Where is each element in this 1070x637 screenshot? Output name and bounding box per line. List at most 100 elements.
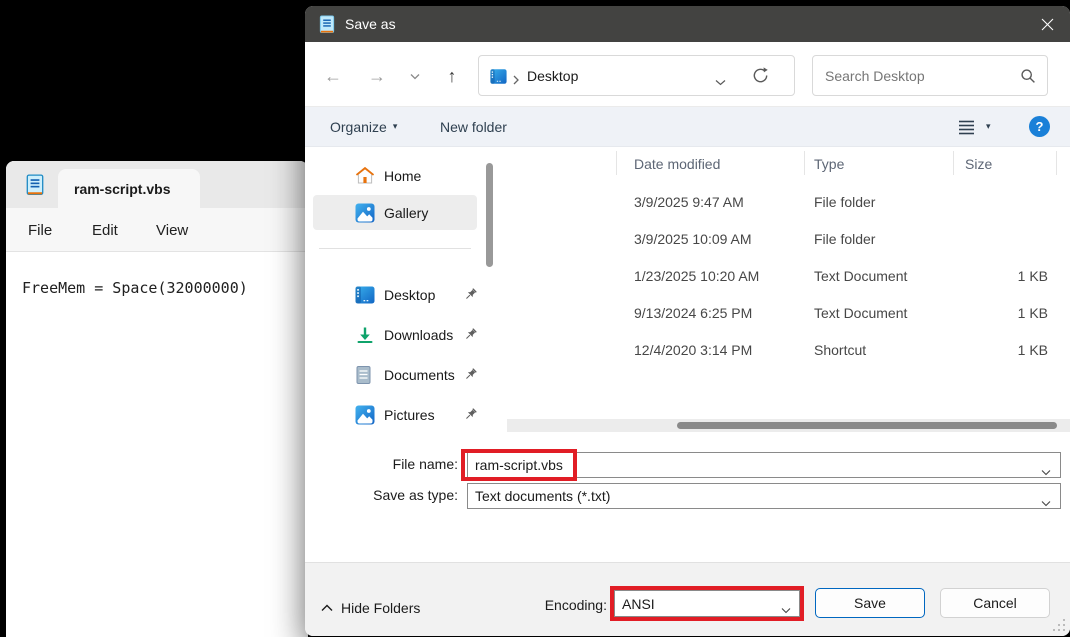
column-separator (953, 151, 954, 175)
cell-size (953, 224, 1048, 254)
chevron-up-icon (321, 604, 333, 612)
screen: ram-script.vbs File Edit View FreeMem = … (0, 0, 1070, 637)
menu-file[interactable]: File (28, 208, 52, 252)
home-icon (355, 166, 375, 186)
view-caret-icon[interactable]: ▾ (986, 107, 991, 146)
cell-date-modified: 3/9/2025 10:09 AM (634, 224, 752, 254)
save-button-label: Save (854, 595, 886, 611)
column-header-size[interactable]: Size (965, 156, 992, 172)
encoding-select[interactable]: ANSI (614, 590, 800, 617)
cell-size: 1 KB (953, 261, 1048, 291)
save-as-type-label: Save as type: (305, 487, 458, 503)
sidebar-item-label: Documents (384, 367, 455, 383)
sidebar-item-label: Pictures (384, 407, 435, 423)
cell-type: Shortcut (814, 335, 866, 365)
new-folder-label: New folder (440, 119, 507, 135)
pin-icon (463, 287, 479, 303)
table-row[interactable]: 12/4/2020 3:14 PM Shortcut 1 KB (505, 335, 1065, 365)
sidebar-item-label: Desktop (384, 287, 435, 303)
pin-icon (463, 407, 479, 423)
menu-view[interactable]: View (156, 208, 188, 252)
sidebar-item-downloads[interactable]: Downloads (313, 319, 477, 350)
dialog-titlebar: Save as (305, 6, 1070, 42)
notepad-editor[interactable]: FreeMem = Space(32000000) (6, 253, 308, 637)
notepad-text: FreeMem = Space(32000000) (22, 279, 248, 297)
search-input[interactable] (813, 56, 1047, 95)
notepad-tab-title: ram-script.vbs (74, 181, 170, 197)
table-row[interactable]: 3/9/2025 9:47 AM File folder (505, 187, 1065, 217)
history-chevron-icon[interactable] (405, 62, 425, 90)
column-separator (616, 151, 617, 175)
hide-folders-button[interactable]: Hide Folders (321, 598, 420, 618)
notepad-app-icon (20, 170, 50, 200)
save-as-type-dropdown-icon (1041, 494, 1051, 510)
pin-icon (463, 367, 479, 383)
sidebar-item-gallery[interactable]: Gallery (313, 195, 477, 230)
organize-caret-icon: ▾ (393, 122, 398, 131)
file-name-dropdown-icon[interactable] (1041, 463, 1051, 479)
help-icon[interactable]: ? (1029, 116, 1050, 137)
close-icon[interactable] (1032, 10, 1062, 38)
file-name-label: File name: (305, 456, 458, 472)
address-bar[interactable]: Desktop (478, 55, 795, 96)
file-name-input[interactable] (468, 453, 1060, 477)
breadcrumb[interactable]: Desktop (527, 56, 578, 95)
new-folder-button[interactable]: New folder (440, 107, 507, 146)
save-as-type-select[interactable]: Text documents (*.txt) (467, 483, 1061, 509)
organize-button[interactable]: Organize ▾ (330, 107, 397, 146)
horizontal-scrollbar[interactable] (507, 419, 1070, 432)
dialog-toolbar: Organize ▾ New folder ▾ ? (305, 106, 1070, 147)
sidebar-item-label: Home (384, 168, 421, 184)
cell-date-modified: 9/13/2024 6:25 PM (634, 298, 752, 328)
save-button[interactable]: Save (815, 588, 925, 618)
table-row[interactable]: 3/9/2025 10:09 AM File folder (505, 224, 1065, 254)
encoding-value: ANSI (615, 596, 655, 612)
address-dropdown-icon[interactable] (715, 73, 726, 89)
back-icon[interactable]: ← (319, 62, 347, 90)
resize-grip[interactable] (1053, 619, 1065, 631)
gallery-icon (355, 203, 375, 223)
horizontal-scrollbar-thumb[interactable] (677, 422, 1057, 429)
notepad-tab[interactable]: ram-script.vbs (58, 169, 200, 208)
notepad-tab-strip: ram-script.vbs (6, 161, 308, 208)
dialog-footer: Hide Folders Encoding: ANSI Save Cancel (305, 562, 1070, 636)
pictures-icon (355, 405, 375, 425)
breadcrumb-chevron-icon (513, 72, 519, 88)
table-row[interactable]: 1/23/2025 10:20 AM Text Document 1 KB (505, 261, 1065, 291)
cell-size: 1 KB (953, 298, 1048, 328)
up-icon[interactable]: ↑ (438, 62, 466, 90)
sidebar-item-pictures[interactable]: Pictures (313, 399, 477, 430)
column-header-date-modified[interactable]: Date modified (634, 156, 720, 172)
desktop-icon (355, 285, 375, 305)
file-name-combo (467, 452, 1061, 478)
refresh-icon[interactable] (751, 66, 771, 86)
table-row[interactable]: 9/13/2024 6:25 PM Text Document 1 KB (505, 298, 1065, 328)
search-icon (1020, 68, 1036, 84)
desktop-folder-icon (490, 68, 507, 85)
search-box (812, 55, 1048, 96)
save-as-dialog: Save as ← → ↑ Desktop (305, 6, 1070, 636)
sidebar-scrollbar[interactable] (486, 163, 493, 267)
organize-label: Organize (330, 119, 387, 135)
column-separator (1056, 151, 1057, 175)
cell-size (953, 187, 1048, 217)
sidebar-item-desktop[interactable]: Desktop (313, 279, 477, 310)
sidebar-item-documents[interactable]: Documents (313, 359, 477, 390)
documents-icon (355, 365, 375, 385)
cancel-button[interactable]: Cancel (940, 588, 1050, 618)
forward-icon[interactable]: → (363, 62, 391, 90)
sidebar-item-label: Gallery (384, 205, 428, 221)
sidebar-item-home[interactable]: Home (313, 160, 477, 191)
notepad-menubar: File Edit View (6, 208, 308, 252)
hide-folders-label: Hide Folders (341, 600, 420, 616)
menu-edit[interactable]: Edit (92, 208, 118, 252)
notepad-window: ram-script.vbs File Edit View FreeMem = … (6, 161, 308, 637)
view-options-icon[interactable] (954, 116, 978, 138)
cell-type: Text Document (814, 261, 907, 291)
cell-date-modified: 1/23/2025 10:20 AM (634, 261, 759, 291)
column-header-type[interactable]: Type (814, 156, 844, 172)
encoding-dropdown-icon (781, 601, 791, 617)
pin-icon (463, 327, 479, 343)
save-as-type-value: Text documents (*.txt) (468, 488, 610, 504)
dialog-navbar: ← → ↑ Desktop (305, 42, 1070, 106)
